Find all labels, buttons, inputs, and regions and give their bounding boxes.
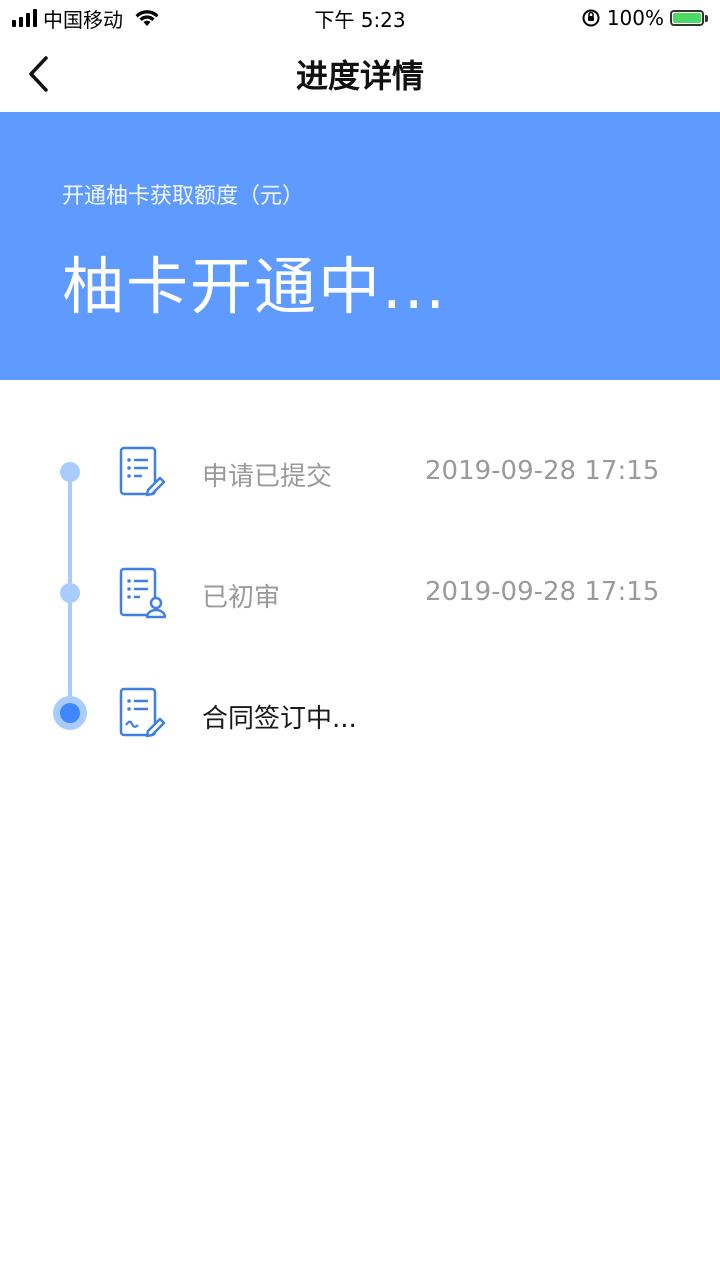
chevron-left-icon <box>29 56 48 92</box>
step-time: 2019-09-28 17:15 <box>425 456 660 486</box>
page-title: 进度详情 <box>295 57 424 95</box>
banner-status: 柚卡开通中... <box>62 250 448 323</box>
step-label-current: 合同签订中... <box>202 704 357 734</box>
signal-bars-icon <box>12 9 37 27</box>
step-time: 2019-09-28 17:15 <box>425 577 660 607</box>
back-button[interactable] <box>18 52 58 96</box>
wifi-icon <box>135 10 159 26</box>
carrier-name: 中国移动 <box>43 7 123 32</box>
battery-charging-icon <box>670 10 708 26</box>
status-bar: 中国移动 下午 5:23 100% <box>0 0 720 36</box>
timeline-dot <box>60 583 80 603</box>
document-edit-icon <box>119 446 166 497</box>
step-label: 已初审 <box>202 583 281 613</box>
document-user-icon <box>119 567 166 619</box>
nav-bar: 进度详情 <box>0 36 720 112</box>
orientation-lock-icon <box>582 9 600 27</box>
progress-timeline: 申请已提交 2019-09-28 17:15 已初审 2019-09-28 17… <box>0 412 720 812</box>
banner-subtitle: 开通柚卡获取额度（元） <box>62 184 305 209</box>
status-banner: 开通柚卡获取额度（元） 柚卡开通中... <box>0 112 720 380</box>
status-bar-left: 中国移动 <box>0 4 159 33</box>
document-sign-icon <box>119 687 166 738</box>
progress-detail-page: 中国移动 下午 5:23 100% 进度详情 开通柚卡获取额度（元） 柚卡开通中… <box>0 0 720 1280</box>
status-bar-right: 100% <box>581 6 720 30</box>
timeline-dot <box>60 462 80 482</box>
step-label: 申请已提交 <box>202 462 333 492</box>
timeline-dot-active <box>53 696 87 730</box>
battery-percent: 100% <box>606 6 664 30</box>
